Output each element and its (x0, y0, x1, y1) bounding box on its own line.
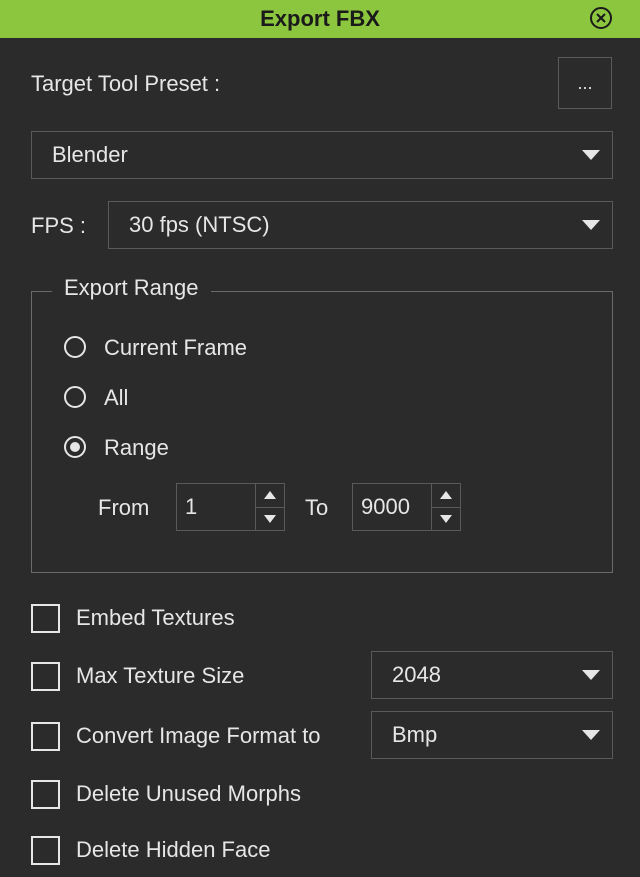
max-texture-size-dropdown[interactable]: 2048 (371, 651, 613, 699)
to-decrement-button[interactable] (432, 508, 460, 531)
close-button[interactable] (590, 7, 612, 29)
preset-selected-value: Blender (52, 142, 128, 167)
delete-unused-morphs-checkbox[interactable] (31, 780, 60, 809)
delete-unused-morphs-label: Delete Unused Morphs (76, 781, 302, 806)
arrow-up-icon (440, 491, 452, 500)
radio-all[interactable] (64, 386, 86, 408)
image-format-dropdown[interactable]: Bmp (371, 711, 613, 759)
radio-range[interactable] (64, 436, 86, 458)
export-range-group (31, 291, 613, 573)
from-spinbox[interactable]: 1 (176, 483, 285, 531)
convert-image-format-label: Convert Image Format to (76, 723, 321, 748)
delete-hidden-face-label: Delete Hidden Face (76, 837, 271, 862)
embed-textures-label: Embed Textures (76, 605, 235, 630)
chevron-down-icon (582, 220, 600, 230)
from-decrement-button[interactable] (256, 508, 284, 531)
to-spinbox[interactable]: 9000 (352, 483, 461, 531)
chevron-down-icon (582, 670, 600, 680)
max-texture-size-label: Max Texture Size (76, 663, 245, 688)
to-value[interactable]: 9000 (353, 484, 431, 530)
radio-current-frame[interactable] (64, 336, 86, 358)
arrow-down-icon (264, 514, 276, 523)
to-increment-button[interactable] (432, 484, 460, 508)
arrow-up-icon (264, 491, 276, 500)
close-icon (596, 13, 606, 23)
to-label: To (305, 495, 329, 520)
preset-dropdown[interactable]: Blender (31, 131, 613, 179)
radio-current-frame-label: Current Frame (104, 335, 248, 360)
max-texture-size-checkbox[interactable] (31, 662, 60, 691)
arrow-down-icon (440, 514, 452, 523)
chevron-down-icon (582, 730, 600, 740)
from-value[interactable]: 1 (177, 484, 255, 530)
max-texture-size-value: 2048 (392, 662, 441, 687)
fps-dropdown[interactable]: 30 fps (NTSC) (108, 201, 613, 249)
delete-hidden-face-checkbox[interactable] (31, 836, 60, 865)
radio-range-label: Range (104, 435, 169, 460)
title-bar: Export FBX (0, 0, 640, 38)
radio-all-label: All (104, 385, 129, 410)
preset-browse-button[interactable]: ... (558, 57, 612, 109)
from-increment-button[interactable] (256, 484, 284, 508)
from-label: From (98, 495, 150, 520)
chevron-down-icon (582, 150, 600, 160)
window-title: Export FBX (260, 6, 380, 31)
export-range-title: Export Range (52, 275, 211, 301)
fps-label: FPS : (31, 213, 87, 238)
target-tool-preset-label: Target Tool Preset : (31, 71, 221, 96)
fps-selected-value: 30 fps (NTSC) (129, 212, 270, 237)
convert-image-format-checkbox[interactable] (31, 722, 60, 751)
image-format-value: Bmp (392, 722, 438, 747)
embed-textures-checkbox[interactable] (31, 604, 60, 633)
